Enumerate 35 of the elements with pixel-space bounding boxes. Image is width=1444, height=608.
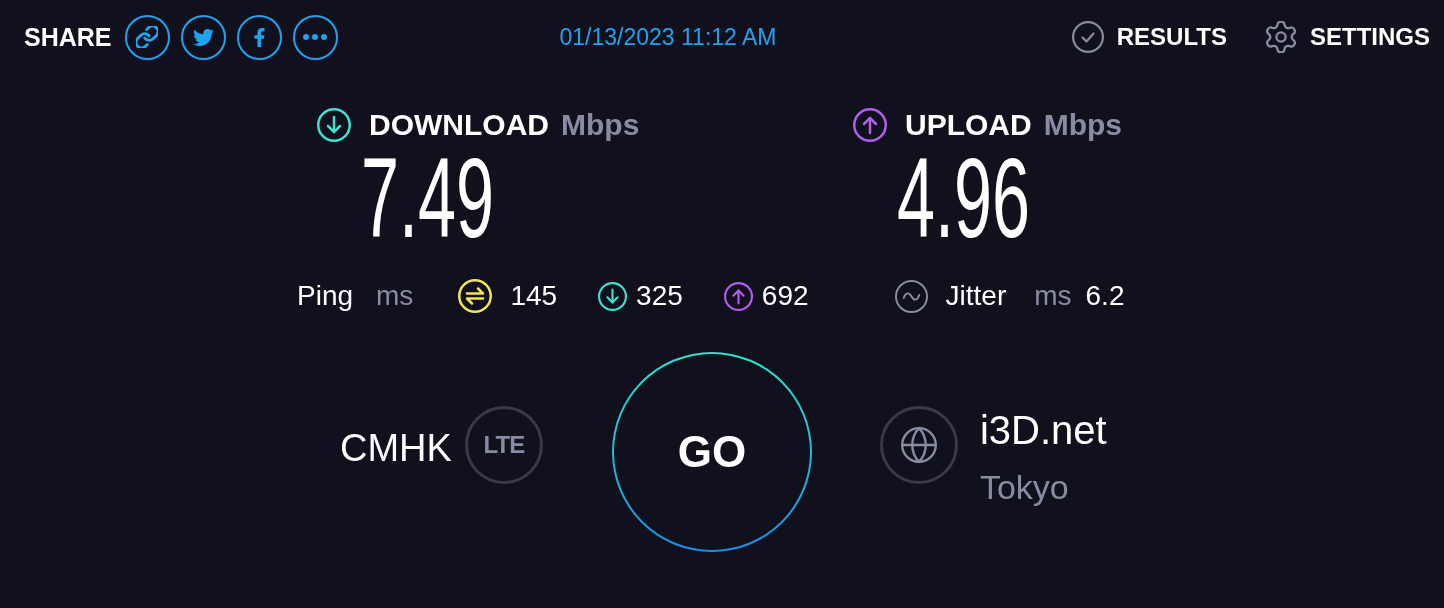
settings-icon (1265, 21, 1297, 53)
provider-name: CMHK (340, 426, 452, 470)
speed-label: DOWNLOAD (369, 108, 549, 142)
share-label: SHARE (24, 22, 112, 52)
ping-unit: ms (376, 280, 414, 313)
jitter-label: Jitter (945, 280, 1007, 313)
test-datetime: 01/13/2023 11:12 AM (559, 23, 777, 51)
ping-label: Ping (297, 280, 354, 313)
ping-value: 145 (510, 280, 558, 313)
facebook-share-button[interactable] (236, 14, 282, 60)
speed-unit: Mbps (1043, 108, 1122, 142)
results-button[interactable]: RESULTS (1071, 21, 1227, 53)
server-name: i3D.net (979, 407, 1107, 455)
more-icon (303, 34, 327, 40)
check-circle-icon (1071, 21, 1104, 53)
speed-label: UPLOAD (905, 108, 1032, 142)
jitter-value: 6.2 (1085, 280, 1125, 313)
speed-unit: Mbps (561, 108, 640, 142)
speed-value: 4.96 (897, 152, 1031, 244)
server-location: Tokyo (979, 467, 1070, 509)
opposing-arrows-icon (458, 279, 493, 314)
wave-icon (894, 279, 928, 313)
twitter-share-button[interactable] (180, 14, 226, 60)
ping-value: 692 (761, 280, 809, 313)
ping-value: 325 (636, 280, 683, 313)
server-button[interactable] (879, 406, 958, 485)
globe-icon (900, 427, 937, 464)
speed-value: 7.49 (361, 152, 495, 244)
jitter-unit: ms (1034, 280, 1072, 313)
link-icon (136, 26, 158, 48)
bird-icon (192, 26, 214, 48)
settings-button[interactable]: SETTINGS (1265, 21, 1430, 53)
copy-link-button[interactable] (124, 14, 170, 60)
connection-type-badge: LTE (464, 406, 543, 485)
more-share-button[interactable] (292, 14, 338, 60)
